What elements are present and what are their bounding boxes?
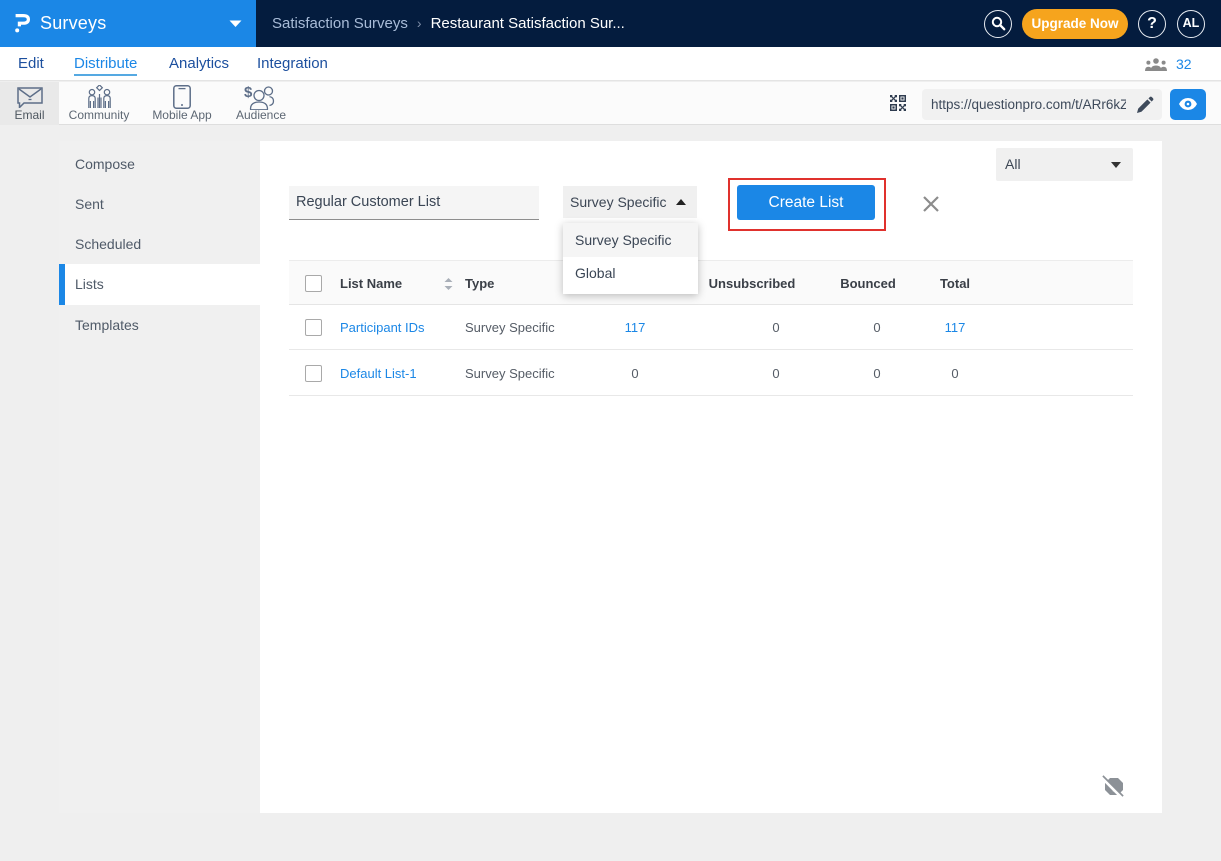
svg-text:$: $: [244, 84, 253, 101]
